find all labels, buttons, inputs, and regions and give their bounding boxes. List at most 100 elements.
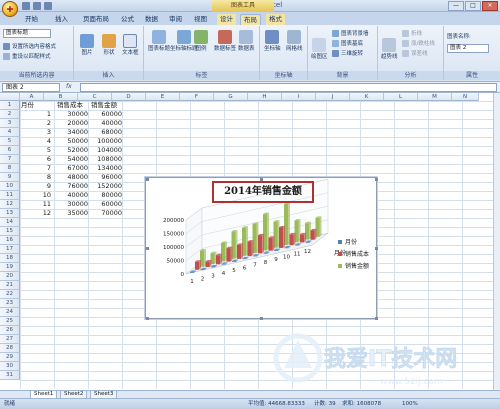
row-header[interactable]: 7 [0,155,20,164]
legend-button[interactable]: 图例 [194,30,208,52]
column-header[interactable]: H [248,93,282,101]
data-cell[interactable]: 54000 [56,155,88,164]
data-cell[interactable]: 3 [21,128,51,137]
data-cell[interactable]: 40000 [56,191,88,200]
data-cell[interactable]: 1 [21,110,51,119]
zoom-level[interactable]: 100% [402,399,418,409]
chart-floor-button[interactable]: 图表基底 [332,39,363,47]
column-header[interactable]: B [44,93,78,101]
data-cell[interactable]: 108000 [90,155,122,164]
row-header[interactable]: 17 [0,245,20,254]
row-header[interactable]: 12 [0,200,20,209]
tab-design[interactable]: 设计 [217,14,236,25]
row-header[interactable]: 13 [0,209,20,218]
header-cell[interactable]: 销售金额 [91,101,125,110]
row-header[interactable]: 21 [0,281,20,290]
gridlines-button[interactable]: 网格线 [286,30,303,52]
data-cell[interactable]: 12 [21,209,51,218]
row-header[interactable]: 24 [0,308,20,317]
tab-format[interactable]: 格式 [266,14,285,25]
axes-button[interactable]: 坐标轴 [264,30,281,52]
row-header[interactable]: 10 [0,182,20,191]
data-cell[interactable]: 40000 [90,119,122,128]
chart-title[interactable]: 2014年销售金额 [212,181,314,203]
row-header[interactable]: 9 [0,173,20,182]
row-header[interactable]: 2 [0,110,20,119]
tab-home[interactable]: 开始 [22,14,41,25]
data-cell[interactable]: 152000 [90,182,122,191]
data-cell[interactable]: 7 [21,164,51,173]
data-cell[interactable]: 48000 [56,173,88,182]
data-cell[interactable]: 5 [21,146,51,155]
name-box[interactable]: 图表 2 [2,83,60,92]
column-header[interactable]: C [78,93,112,101]
office-button[interactable]: ✚ [2,1,18,17]
column-header[interactable]: D [112,93,146,101]
chart-name-input[interactable]: 图表 2 [447,44,489,53]
column-header[interactable]: A [20,93,44,101]
row-header[interactable]: 5 [0,137,20,146]
close-button[interactable]: ✕ [482,1,498,11]
row-header[interactable]: 30 [0,362,20,371]
row-header[interactable]: 8 [0,164,20,173]
row-header[interactable]: 27 [0,335,20,344]
plot-area-button[interactable]: 绘图区 [311,38,328,60]
row-header[interactable]: 4 [0,128,20,137]
row-header[interactable]: 28 [0,344,20,353]
row-header[interactable]: 6 [0,146,20,155]
column-header[interactable]: J [316,93,350,101]
row-header[interactable]: 18 [0,254,20,263]
data-table-button[interactable]: 数据表 [238,30,255,52]
maximize-button[interactable]: □ [465,1,481,11]
error-bars-button[interactable]: 误差线 [402,49,428,57]
column-header[interactable]: G [214,93,248,101]
data-cell[interactable]: 76000 [56,182,88,191]
row-header[interactable]: 14 [0,218,20,227]
format-selection-button[interactable]: 设置所选内容格式 [3,42,56,50]
data-cell[interactable]: 68000 [90,128,122,137]
data-cell[interactable]: 34000 [56,128,88,137]
column-header[interactable]: N [452,93,479,101]
tab-review[interactable]: 审阅 [166,14,185,25]
row-header[interactable]: 20 [0,272,20,281]
data-cell[interactable]: 70000 [90,209,122,218]
data-cell[interactable]: 4 [21,137,51,146]
row-header[interactable]: 16 [0,236,20,245]
select-all-corner[interactable] [0,93,20,101]
embedded-chart[interactable]: 200000 150000 100000 50000 0 1 2 3 4 5 6 7 8 9 10 11 12 月… [145,177,378,320]
up-down-bars-button[interactable]: 涨/跌柱线 [402,39,435,47]
data-cell[interactable]: 6 [21,155,51,164]
trendline-button[interactable]: 趋势线 [381,38,398,60]
row-header[interactable]: 3 [0,119,20,128]
tab-view[interactable]: 视图 [191,14,210,25]
chart-wall-button[interactable]: 图表背景墙 [332,29,369,37]
data-cell[interactable]: 30000 [56,200,88,209]
tab-formulas[interactable]: 公式 [118,14,137,25]
data-cell[interactable]: 80000 [90,191,122,200]
column-header[interactable]: K [350,93,384,101]
data-cell[interactable]: 35000 [56,209,88,218]
tab-layout[interactable]: 布局 [240,14,261,25]
reset-style-button[interactable]: 重设以匹配样式 [3,52,51,60]
data-cell[interactable]: 60000 [90,200,122,209]
column-header[interactable]: I [282,93,316,101]
insert-textbox-button[interactable]: 文本框 [122,34,139,56]
lines-button[interactable]: 折线 [402,29,422,37]
header-cell[interactable]: 月份 [21,101,53,110]
data-cell[interactable]: 10 [21,191,51,200]
data-cell[interactable]: 96000 [90,173,122,182]
data-cell[interactable]: 2 [21,119,51,128]
data-cell[interactable]: 50000 [56,137,88,146]
data-cell[interactable]: 52000 [56,146,88,155]
data-cell[interactable]: 100000 [90,137,122,146]
header-cell[interactable]: 销售成本 [57,101,91,110]
row-header[interactable]: 11 [0,191,20,200]
data-cell[interactable]: 134000 [90,164,122,173]
data-cell[interactable]: 67000 [56,164,88,173]
3d-rotation-button[interactable]: 三维旋转 [332,49,363,57]
row-header[interactable]: 22 [0,290,20,299]
data-cell[interactable]: 30000 [56,110,88,119]
data-cell[interactable]: 20000 [56,119,88,128]
data-cell[interactable]: 9 [21,182,51,191]
row-header[interactable]: 26 [0,326,20,335]
